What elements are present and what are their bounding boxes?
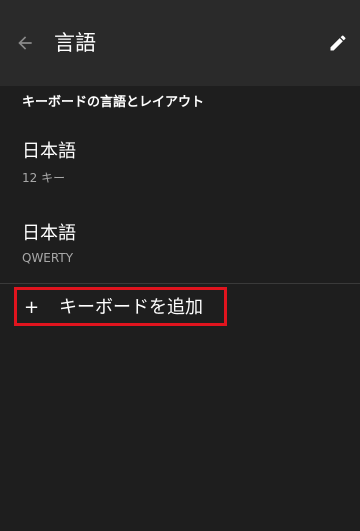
keyboard-language-label: 日本語	[22, 141, 76, 162]
app-bar: 言語	[0, 0, 360, 86]
keyboard-language-label: 日本語	[22, 223, 76, 244]
page-title: 言語	[54, 31, 96, 55]
language-settings-screen: 言語 キーボードの言語とレイアウト 日本語 12 キー 日本語 QWERTY +…	[0, 0, 360, 531]
add-keyboard-button[interactable]: + キーボードを追加	[14, 287, 227, 326]
add-keyboard-label: キーボードを追加	[59, 297, 203, 318]
keyboard-item-qwerty[interactable]: 日本語 QWERTY	[0, 204, 360, 284]
back-button[interactable]	[9, 27, 41, 59]
section-header: キーボードの言語とレイアウト	[22, 95, 205, 110]
divider	[0, 283, 360, 284]
keyboard-layout-label: QWERTY	[22, 251, 74, 265]
plus-icon: +	[24, 297, 40, 318]
keyboard-layout-label: 12 キー	[22, 171, 66, 185]
edit-button[interactable]	[322, 27, 354, 59]
keyboard-item-12key[interactable]: 日本語 12 キー	[0, 122, 360, 202]
arrow-left-icon	[18, 36, 32, 50]
pencil-icon	[330, 35, 346, 51]
